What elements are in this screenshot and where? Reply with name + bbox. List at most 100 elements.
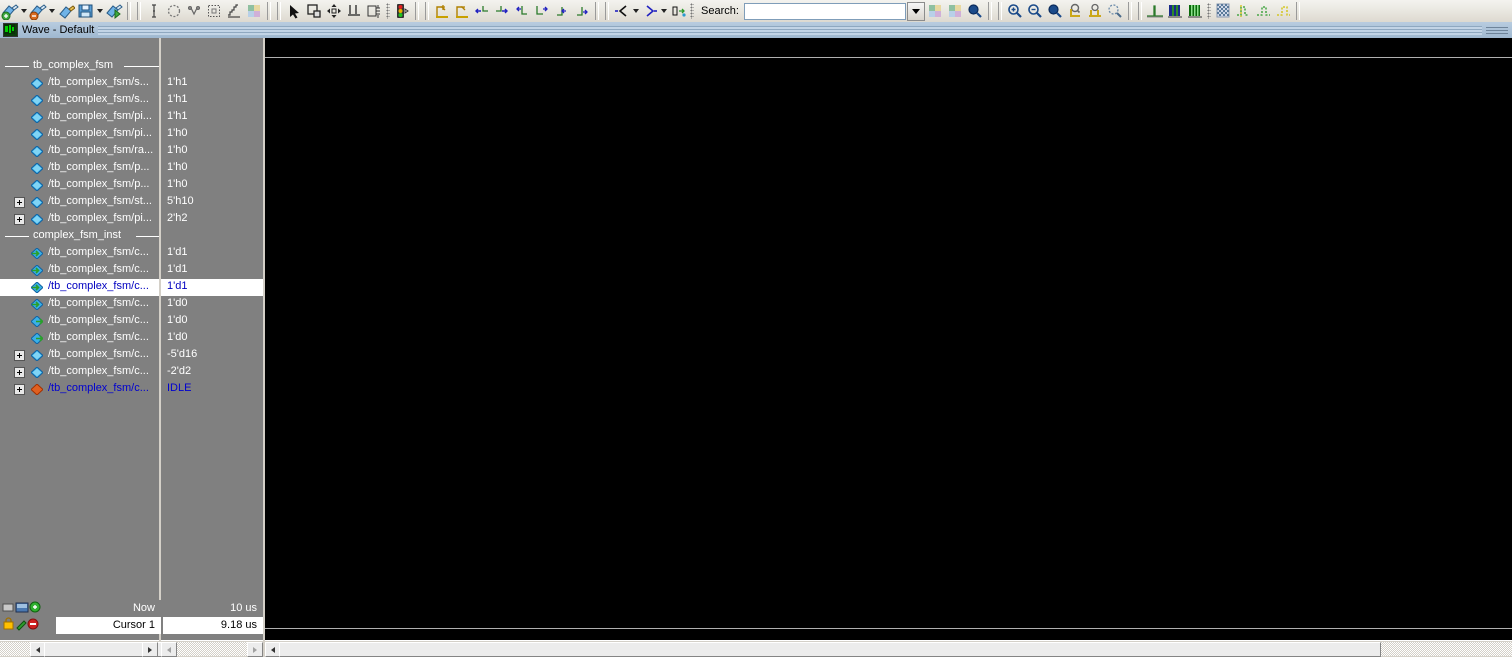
insert-cursor-icon[interactable] [432, 1, 452, 21]
signal-name-row[interactable]: /tb_complex_fsm/pi... [0, 211, 161, 228]
insert-pointer-icon[interactable] [144, 1, 164, 21]
waveform-pane[interactable] [265, 38, 1512, 640]
signal-value-row[interactable]: 1'h0 [161, 177, 263, 194]
import-wave-icon[interactable] [104, 1, 124, 21]
signal-group-row[interactable]: tb_complex_fsm [0, 58, 161, 75]
value-pane-hscrollbar[interactable] [161, 640, 263, 657]
signal-value-row[interactable]: 1'h1 [161, 75, 263, 92]
time-axis[interactable] [265, 600, 1512, 642]
remove-wave-icon[interactable] [28, 1, 48, 21]
signal-name-row[interactable]: /tb_complex_fsm/p... [0, 160, 161, 177]
signal-name-row[interactable]: /tb_complex_fsm/c... [0, 347, 161, 364]
signal-value-row[interactable]: -5'd16 [161, 347, 263, 364]
delete-cursor-icon[interactable] [452, 1, 472, 21]
bar-blue-icon[interactable] [1165, 1, 1185, 21]
signal-value-row[interactable]: 1'h1 [161, 92, 263, 109]
expand-toggle[interactable] [14, 384, 25, 395]
find-prev-falling-icon[interactable] [512, 1, 532, 21]
expand-right-icon-dropdown[interactable] [660, 1, 668, 21]
signal-name-row[interactable]: /tb_complex_fsm/pi... [0, 126, 161, 143]
signal-name-row[interactable]: /tb_complex_fsm/ra... [0, 143, 161, 160]
waveform-compare-icon[interactable] [184, 1, 204, 21]
circle-radix-icon[interactable] [164, 1, 184, 21]
grid-step2-icon[interactable] [1253, 1, 1273, 21]
signal-group-row[interactable]: complex_fsm_inst [0, 228, 161, 245]
signal-name-row[interactable]: /tb_complex_fsm/c... [0, 262, 161, 279]
cursor-1-label[interactable]: Cursor 1 [56, 617, 161, 634]
signal-value-row[interactable]: 1'd1 [161, 279, 263, 296]
traffic-light-icon[interactable] [392, 1, 412, 21]
find-prev-transition-icon[interactable] [472, 1, 492, 21]
signal-value-pane[interactable]: 1'h1 1'h1 1'h1 1'h0 1'h0 1'h0 1'h0 5'h10 2'h2 1'd… [161, 38, 263, 640]
find-next-transition-icon[interactable] [492, 1, 512, 21]
signal-name-row[interactable]: /tb_complex_fsm/c... [0, 279, 161, 296]
signal-name-row[interactable]: /tb_complex_fsm/c... [0, 245, 161, 262]
signal-value-row[interactable]: IDLE [161, 381, 263, 398]
zoom-full-icon[interactable] [965, 1, 985, 21]
signal-name-pane[interactable]: tb_complex_fsm/tb_complex_fsm/s... /tb_co… [0, 38, 161, 640]
grid-step1-icon[interactable] [1233, 1, 1253, 21]
analog-step-icon[interactable] [224, 1, 244, 21]
signal-name-row[interactable]: /tb_complex_fsm/pi... [0, 109, 161, 126]
bar-green-icon[interactable] [1185, 1, 1205, 21]
search-input[interactable] [743, 2, 906, 20]
signal-name-row[interactable]: /tb_complex_fsm/c... [0, 296, 161, 313]
name-value-splitter[interactable] [159, 38, 161, 640]
arrow-select-icon[interactable] [284, 1, 304, 21]
dashed-box-icon[interactable] [204, 1, 224, 21]
cursor-1-value[interactable]: 9.18 us [163, 617, 263, 634]
expand-toggle[interactable] [14, 350, 25, 361]
grid-checker-icon[interactable] [1213, 1, 1233, 21]
value-scroll-left-arrow[interactable] [161, 642, 177, 657]
signal-value-row[interactable]: 1'd0 [161, 313, 263, 330]
zoom-cursor-icon[interactable] [1065, 1, 1085, 21]
colormap-icon[interactable] [945, 1, 965, 21]
signal-value-row[interactable]: 1'd1 [161, 262, 263, 279]
signal-value-row[interactable]: 1'd0 [161, 296, 263, 313]
cursor-probe-icon[interactable] [344, 1, 364, 21]
signal-name-row[interactable]: /tb_complex_fsm/p... [0, 177, 161, 194]
wave-pane-hscrollbar[interactable] [265, 640, 1512, 657]
name-pane-hscrollbar[interactable] [0, 640, 172, 657]
remove-wave-icon-dropdown[interactable] [48, 1, 56, 21]
save-wave-icon-dropdown[interactable] [96, 1, 104, 21]
grid-step3-icon[interactable] [1273, 1, 1293, 21]
signal-name-row[interactable]: /tb_complex_fsm/s... [0, 92, 161, 109]
save-wave-icon[interactable] [76, 1, 96, 21]
single-pulse-icon[interactable] [1145, 1, 1165, 21]
zoom-range-icon[interactable] [1085, 1, 1105, 21]
edit-wave-icon[interactable] [56, 1, 76, 21]
zoom-in-icon[interactable] [1005, 1, 1025, 21]
signal-value-row[interactable] [161, 228, 263, 245]
wave-scroll-thumb[interactable] [279, 642, 1381, 657]
expand-left-icon-dropdown[interactable] [632, 1, 640, 21]
zoom-out-icon[interactable] [1025, 1, 1045, 21]
value-scroll-right-arrow[interactable] [247, 642, 263, 657]
zoom-full-icon[interactable] [1045, 1, 1065, 21]
signal-name-row[interactable]: /tb_complex_fsm/c... [0, 364, 161, 381]
expand-right-icon[interactable] [640, 1, 660, 21]
search-dropdown-arrow[interactable] [906, 1, 925, 21]
signal-value-row[interactable]: 1'h0 [161, 126, 263, 143]
find-next-falling-icon[interactable] [532, 1, 552, 21]
signal-value-row[interactable]: 1'h0 [161, 160, 263, 177]
wave-window-titlebar[interactable]: Wave - Default [0, 22, 1512, 39]
signal-value-row[interactable]: 1'h1 [161, 109, 263, 126]
signal-value-row[interactable]: 1'd1 [161, 245, 263, 262]
signal-name-row[interactable]: /tb_complex_fsm/st... [0, 194, 161, 211]
colormap-icon[interactable] [244, 1, 264, 21]
expand-toggle[interactable] [14, 197, 25, 208]
add-wave-icon[interactable] [0, 1, 20, 21]
titlebar-dock-grip[interactable] [1486, 26, 1508, 34]
signal-name-row[interactable]: /tb_complex_fsm/c... [0, 313, 161, 330]
signal-name-row[interactable]: /tb_complex_fsm/c... [0, 330, 161, 347]
expand-toggle[interactable] [14, 214, 25, 225]
expand-left-icon[interactable] [612, 1, 632, 21]
expand-toggle[interactable] [14, 367, 25, 378]
pan-move-icon[interactable] [324, 1, 344, 21]
signal-value-row[interactable]: 1'h0 [161, 143, 263, 160]
expand-all-icon[interactable] [668, 1, 688, 21]
colormap-icon[interactable] [925, 1, 945, 21]
signal-value-row[interactable]: 5'h10 [161, 194, 263, 211]
signal-name-row[interactable]: /tb_complex_fsm/s... [0, 75, 161, 92]
